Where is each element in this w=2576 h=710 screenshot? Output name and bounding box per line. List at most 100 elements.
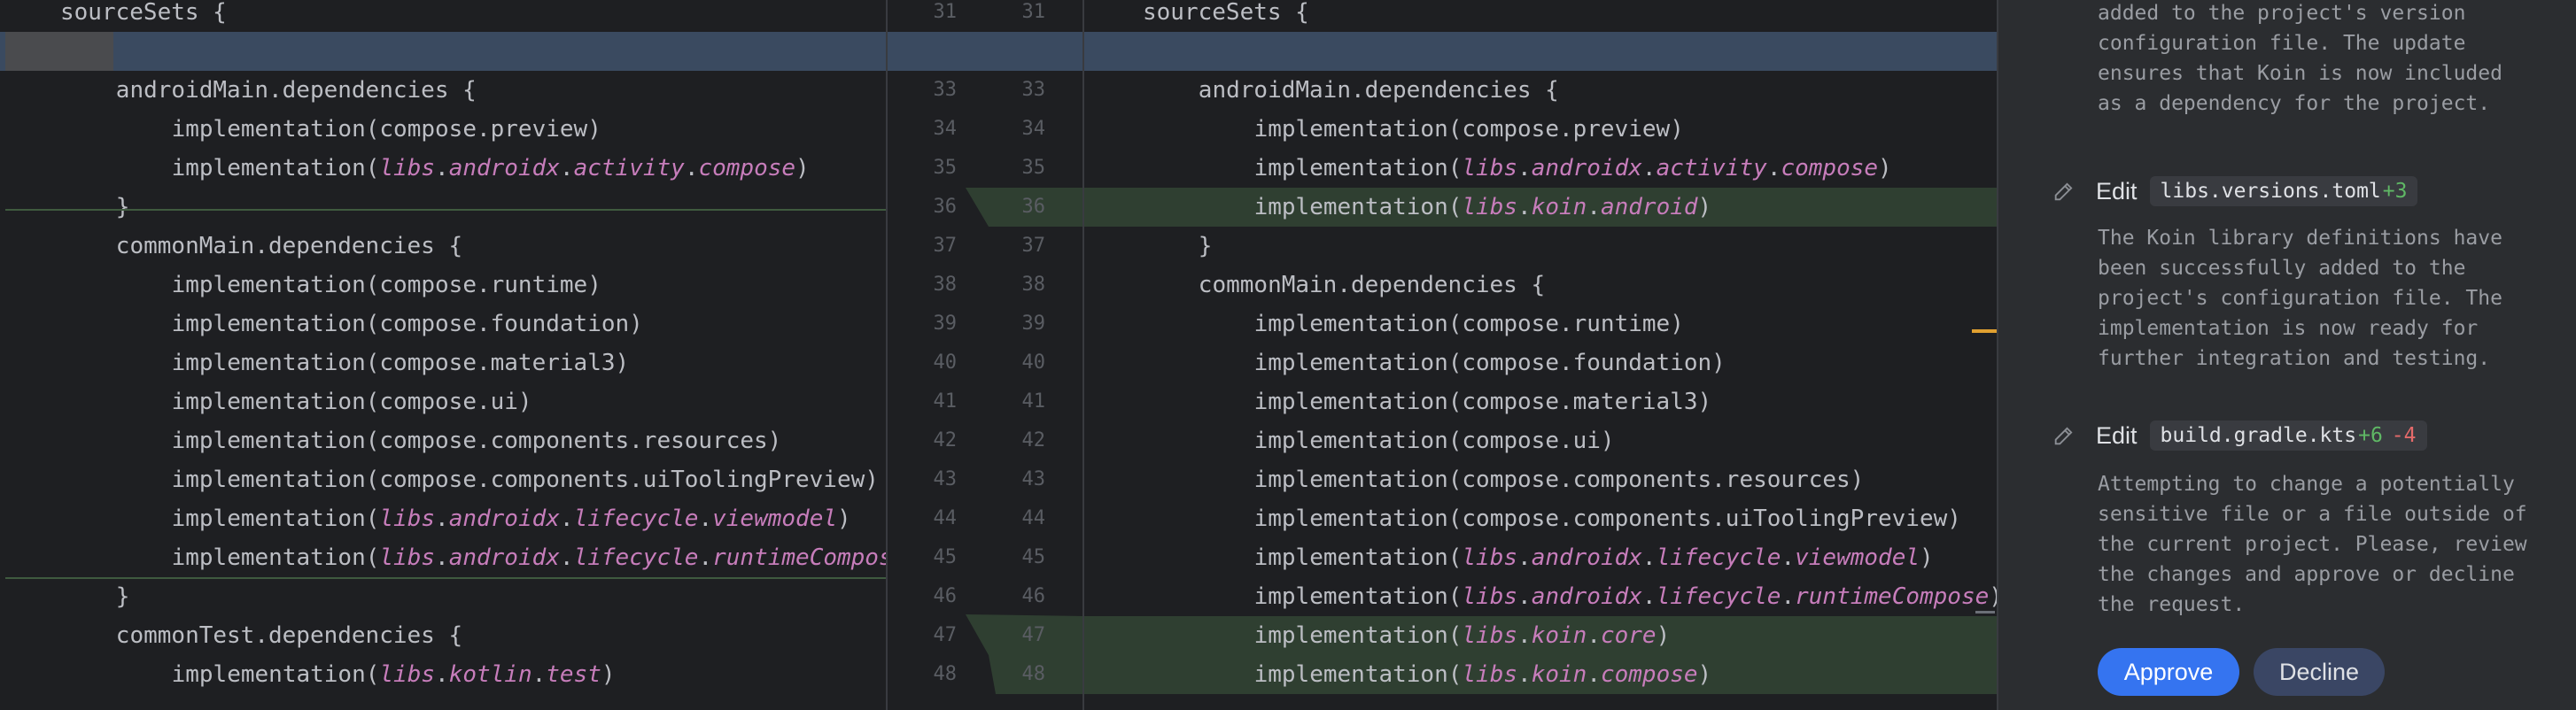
code-content: implementation(libs.koin.android) xyxy=(1254,188,1712,227)
ai-message-text: Attempting to change a potentially sensi… xyxy=(2098,473,2527,616)
code-line[interactable]: implementation(libs.androidx.activity.co… xyxy=(0,149,886,188)
pane-divider xyxy=(1082,0,1084,710)
code-line[interactable]: implementation(compose.preview) xyxy=(0,110,886,149)
code-line[interactable]: } xyxy=(0,188,886,227)
line-number: 42 xyxy=(1021,429,1046,451)
code-content: androidMain.dependencies { xyxy=(116,71,477,110)
code-content: implementation(libs.androidx.lifecycle.v… xyxy=(1254,538,1934,577)
code-line[interactable]: implementation(libs.koin.android) xyxy=(1084,188,1997,227)
code-line[interactable]: commonTest.dependencies { xyxy=(0,616,886,655)
left-diff-pane[interactable]: sourceSets { androidMain.dependencies { im… xyxy=(0,0,886,710)
code-line[interactable]: implementation(libs.androidx.lifecycle.v… xyxy=(1084,538,1997,577)
code-line[interactable]: implementation(libs.kotlin.test) xyxy=(0,655,886,694)
code-text: implementation(compose.ui) xyxy=(1253,428,1615,454)
code-content: } xyxy=(116,577,130,616)
code-line[interactable]: implementation(libs.androidx.lifecycle.r… xyxy=(1084,577,1997,616)
code-content: implementation(libs.androidx.activity.co… xyxy=(172,149,810,188)
line-number: 44 xyxy=(1021,507,1046,529)
code-line[interactable]: implementation(compose.runtime) xyxy=(1084,305,1997,343)
code-line[interactable]: implementation(compose.foundation) xyxy=(0,305,886,343)
code-line[interactable]: implementation(compose.material3) xyxy=(1084,382,1997,421)
code-line[interactable]: implementation(compose.components.resour… xyxy=(1084,460,1997,499)
file-name: build.gradle.kts xyxy=(2160,424,2357,447)
line-number: 35 xyxy=(933,157,958,179)
code-content: implementation(compose.components.uiTool… xyxy=(172,460,879,499)
code-line[interactable]: implementation(libs.koin.compose) xyxy=(1084,655,1997,694)
edit-entry-versions[interactable]: Edit libs.versions.toml +3 xyxy=(2052,172,2418,211)
code-content: implementation(libs.kotlin.test) xyxy=(172,655,616,694)
file-chip-gradle[interactable]: build.gradle.kts +6 -4 xyxy=(2149,421,2427,451)
line-number: 31 xyxy=(1021,1,1046,23)
scrollbar-thumb[interactable] xyxy=(1975,611,1995,614)
code-content: implementation(compose.preview) xyxy=(172,110,601,149)
code-text: commonMain.dependencies { xyxy=(1198,272,1546,298)
code-text: implementation(compose.components.resour… xyxy=(171,428,782,454)
code-text: implementation(libs.koin.compose) xyxy=(1253,661,1712,688)
line-number: 37 xyxy=(933,235,958,257)
code-line[interactable]: } xyxy=(1084,227,1997,266)
code-content: sourceSets { xyxy=(1143,0,1309,32)
code-content: implementation(compose.foundation) xyxy=(172,305,643,343)
code-text: implementation(compose.runtime) xyxy=(1253,311,1684,337)
code-content: commonMain.dependencies { xyxy=(116,227,462,266)
line-number: 43 xyxy=(933,468,958,490)
file-chip-versions[interactable]: libs.versions.toml +3 xyxy=(2149,176,2418,206)
code-line[interactable] xyxy=(1084,32,1997,71)
code-content: implementation(compose.components.resour… xyxy=(1254,460,1865,499)
pane-divider xyxy=(886,0,888,710)
line-number: 36 xyxy=(1021,196,1046,218)
line-number: 35 xyxy=(1021,157,1046,179)
line-number xyxy=(904,32,957,71)
edit-label: Edit xyxy=(2096,421,2138,449)
code-text: } xyxy=(1198,233,1213,259)
code-content: commonMain.dependencies { xyxy=(1199,266,1545,305)
code-line[interactable]: implementation(libs.androidx.lifecycle.v… xyxy=(0,499,886,538)
code-content: implementation(libs.androidx.activity.co… xyxy=(1254,149,1892,188)
code-line[interactable]: implementation(libs.androidx.activity.co… xyxy=(1084,149,1997,188)
code-text: implementation(libs.androidx.activity.co… xyxy=(1253,155,1892,181)
line-number: 45 xyxy=(933,546,958,568)
code-content: implementation(libs.androidx.lifecycle.v… xyxy=(172,499,851,538)
right-diff-pane[interactable]: sourceSets {androidMain.dependencies {im… xyxy=(1084,0,1997,710)
code-content: sourceSets { xyxy=(60,0,227,32)
line-number: 42 xyxy=(933,429,958,451)
code-line[interactable] xyxy=(0,32,886,71)
code-text: implementation(compose.preview) xyxy=(171,116,601,143)
code-content: implementation(compose.foundation) xyxy=(1254,343,1726,382)
code-line[interactable]: sourceSets { xyxy=(1084,0,1997,32)
code-line[interactable]: commonMain.dependencies { xyxy=(0,227,886,266)
code-content: androidMain.dependencies { xyxy=(1199,71,1559,110)
code-line[interactable]: implementation(compose.components.uiTool… xyxy=(1084,499,1997,538)
code-line[interactable]: implementation(libs.koin.core) xyxy=(1084,616,1997,655)
code-line[interactable]: androidMain.dependencies { xyxy=(1084,71,1997,110)
approve-button[interactable]: Approve xyxy=(2098,648,2239,696)
code-line[interactable]: implementation(compose.material3) xyxy=(0,343,886,382)
code-content: implementation(libs.koin.core) xyxy=(1254,616,1671,655)
code-line[interactable]: implementation(compose.ui) xyxy=(1084,421,1997,460)
code-line[interactable]: implementation(compose.components.uiTool… xyxy=(0,460,886,499)
line-number: 45 xyxy=(1021,546,1046,568)
code-line[interactable]: implementation(compose.components.resour… xyxy=(0,421,886,460)
line-number: 48 xyxy=(1021,663,1046,685)
ai-message-text: added to the project's version configura… xyxy=(2098,2,2502,115)
code-line[interactable]: implementation(compose.ui) xyxy=(0,382,886,421)
code-text: implementation(libs.androidx.activity.co… xyxy=(171,155,810,181)
code-line[interactable]: implementation(compose.runtime) xyxy=(0,266,886,305)
code-line[interactable]: implementation(compose.preview) xyxy=(1084,110,1997,149)
code-text: implementation(libs.koin.android) xyxy=(1253,194,1712,220)
change-marker xyxy=(1972,329,1997,333)
code-line[interactable]: implementation(compose.foundation) xyxy=(1084,343,1997,382)
decline-button[interactable]: Decline xyxy=(2254,648,2385,696)
code-content: implementation(libs.androidx.lifecycle.r… xyxy=(172,538,886,577)
code-text: implementation(compose.runtime) xyxy=(171,272,601,298)
line-number: 40 xyxy=(1021,351,1046,374)
line-number: 33 xyxy=(1021,79,1046,101)
edit-entry-gradle[interactable]: Edit build.gradle.kts +6 -4 xyxy=(2052,416,2427,455)
code-line[interactable]: sourceSets { xyxy=(0,0,886,32)
line-number: 31 xyxy=(933,1,958,23)
code-line[interactable]: commonMain.dependencies { xyxy=(1084,266,1997,305)
line-number: 34 xyxy=(1021,118,1046,140)
code-line[interactable]: } xyxy=(0,577,886,616)
code-line[interactable]: androidMain.dependencies { xyxy=(0,71,886,110)
code-line[interactable]: implementation(libs.androidx.lifecycle.r… xyxy=(0,538,886,577)
